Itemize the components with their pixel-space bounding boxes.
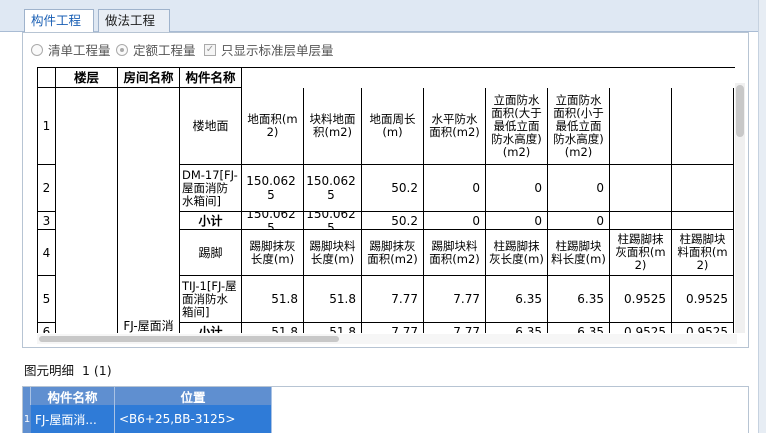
floor-subtotal-value[interactable]: 150.0625 [304,212,362,230]
detail-title-bar: 图元明细 1 (1) [22,360,749,382]
tab-strip: 构件工程量 做法工程量 [0,0,766,49]
floor-section-label[interactable]: 楼地面 [180,88,242,165]
header-spacer [242,68,735,88]
skirt-value[interactable]: 51.8 [304,276,362,323]
radio-quota-label: 定额工程量 [133,43,196,58]
detail-count: 1 (1) [81,363,112,378]
col-floor-perimeter[interactable]: 地面周长(m) [362,88,424,165]
col-skirt-block-area[interactable]: 踢脚块料面积(m2) [424,230,486,276]
row-number[interactable]: 4 [38,230,56,276]
row-number[interactable]: 1 [38,88,56,165]
detail-row-name[interactable]: FJ-屋面消... [31,405,115,433]
floor-subtotal-value[interactable]: 150.0625 [242,212,304,230]
skirt-value[interactable]: 51.8 [242,276,304,323]
floor-value[interactable]: 0 [424,165,486,212]
radio-selected-icon[interactable] [116,43,128,56]
empty-cell[interactable] [672,88,734,165]
empty-cell[interactable] [610,88,672,165]
room-name-cell[interactable]: FJ-屋面消 [118,88,180,333]
col-floor-area[interactable]: 地面积(m2) [242,88,304,165]
row-number[interactable]: 2 [38,165,56,212]
empty-cell[interactable] [610,212,672,230]
floor-value[interactable]: 0 [486,165,548,212]
radio-bill-label: 清单工程量 [48,43,111,58]
skirt-subtotal-value[interactable]: 6.35 [548,323,610,333]
skirt-subtotal-value[interactable]: 51.8 [242,323,304,333]
skirt-value[interactable]: 0.9525 [610,276,672,323]
empty-cell[interactable] [610,165,672,212]
tab-component-quantity[interactable]: 构件工程量 [24,9,94,49]
floor-subtotal-value[interactable]: 50.2 [362,212,424,230]
floor-subtotal-value[interactable]: 0 [424,212,486,230]
header-component[interactable]: 构件名称 [180,68,242,88]
skirt-subtotal-value[interactable]: 0.9525 [672,323,734,333]
options-bar: 清单工程量 定额工程量 ✓ 只显示标准层单层量 [23,33,748,61]
floor-value[interactable]: 150.0625 [242,165,304,212]
col-skirt-plaster-length[interactable]: 踢脚抹灰长度(m) [242,230,304,276]
col-column-skirt-plaster-area[interactable]: 柱踢脚抹灰面积(m2) [610,230,672,276]
tab-method-quantity[interactable]: 做法工程量 [98,9,170,49]
window-right-edge [758,0,766,433]
skirt-value[interactable]: 7.77 [362,276,424,323]
row-number[interactable]: 6 [38,323,56,333]
skirt-item-name[interactable]: TIJ-1[FJ-屋面消防水箱间] [180,276,242,323]
floor-value[interactable]: 0 [548,165,610,212]
vertical-scroll-thumb[interactable] [736,85,744,137]
quantity-panel: 清单工程量 定额工程量 ✓ 只显示标准层单层量 楼层 房间名称 构件名称 FJ-… [22,32,749,348]
skirt-section-label[interactable]: 踢脚 [180,230,242,276]
col-column-skirt-block-length[interactable]: 柱踢脚块料长度(m) [548,230,610,276]
checkbox-checked-icon[interactable]: ✓ [204,43,216,56]
skirt-value[interactable]: 6.35 [486,276,548,323]
col-horizontal-waterproof[interactable]: 水平防水面积(m2) [424,88,486,165]
horizontal-scroll-thumb[interactable] [39,336,339,342]
detail-corner [23,387,31,405]
floor-value[interactable]: 50.2 [362,165,424,212]
col-skirt-block-length[interactable]: 踢脚块料长度(m) [304,230,362,276]
detail-col-position[interactable]: 位置 [115,387,272,405]
skirt-subtotal-value[interactable]: 7.77 [362,323,424,333]
skirt-subtotal-value[interactable]: 51.8 [304,323,362,333]
radio-circle-icon[interactable] [31,43,43,56]
quantity-grid[interactable]: 楼层 房间名称 构件名称 FJ-屋面消 1 2 3 4 5 6 楼地面 地面积(… [37,67,735,333]
col-skirt-plaster-area[interactable]: 踢脚抹灰面积(m2) [362,230,424,276]
floor-item-name[interactable]: DM-17[FJ-屋面消防水箱间] [180,165,242,212]
room-name-text: FJ-屋面消 [123,319,174,333]
header-room[interactable]: 房间名称 [118,68,180,88]
detail-row-position[interactable]: <B6+25,BB-3125> [115,405,272,433]
corner-cell [38,68,56,88]
floor-subtotal-value[interactable]: 0 [548,212,610,230]
skirt-value[interactable]: 0.9525 [672,276,734,323]
skirt-value[interactable]: 6.35 [548,276,610,323]
floor-subtotal-value[interactable]: 0 [486,212,548,230]
skirt-value[interactable]: 7.77 [424,276,486,323]
vertical-scrollbar[interactable] [735,83,745,333]
subtotal-label[interactable]: 小计 [180,323,242,333]
radio-quota-quantity[interactable]: 定额工程量 [116,40,196,59]
empty-cell[interactable] [672,165,734,212]
header-floor[interactable]: 楼层 [56,68,118,88]
col-block-floor-area[interactable]: 块料地面积(m2) [304,88,362,165]
checkbox-label: 只显示标准层单层量 [221,43,334,58]
detail-title: 图元明细 [24,363,75,378]
row-number[interactable]: 3 [38,212,56,230]
skirt-subtotal-value[interactable]: 7.77 [424,323,486,333]
skirt-subtotal-value[interactable]: 6.35 [486,323,548,333]
empty-cell[interactable] [672,212,734,230]
col-column-skirt-plaster-length[interactable]: 柱踢脚抹灰长度(m) [486,230,548,276]
element-detail-table: 构件名称 位置 1 FJ-屋面消... <B6+25,BB-3125> [22,386,749,433]
col-vertical-waterproof-above[interactable]: 立面防水面积(大于最低立面防水高度)(m2) [486,88,548,165]
floor-value[interactable]: 150.0625 [304,165,362,212]
skirt-subtotal-value[interactable]: 0.9525 [610,323,672,333]
col-vertical-waterproof-below[interactable]: 立面防水面积(小于最低立面防水高度)(m2) [548,88,610,165]
floor-cell[interactable] [56,88,118,333]
detail-row-number[interactable]: 1 [23,405,31,433]
col-column-skirt-block-area[interactable]: 柱踢脚块料面积(m2) [672,230,734,276]
checkbox-standard-floor[interactable]: ✓ 只显示标准层单层量 [204,40,334,59]
horizontal-scrollbar[interactable] [37,334,737,344]
radio-bill-quantity[interactable]: 清单工程量 [31,40,111,59]
subtotal-label[interactable]: 小计 [180,212,242,230]
detail-col-name[interactable]: 构件名称 [31,387,115,405]
row-number[interactable]: 5 [38,276,56,323]
